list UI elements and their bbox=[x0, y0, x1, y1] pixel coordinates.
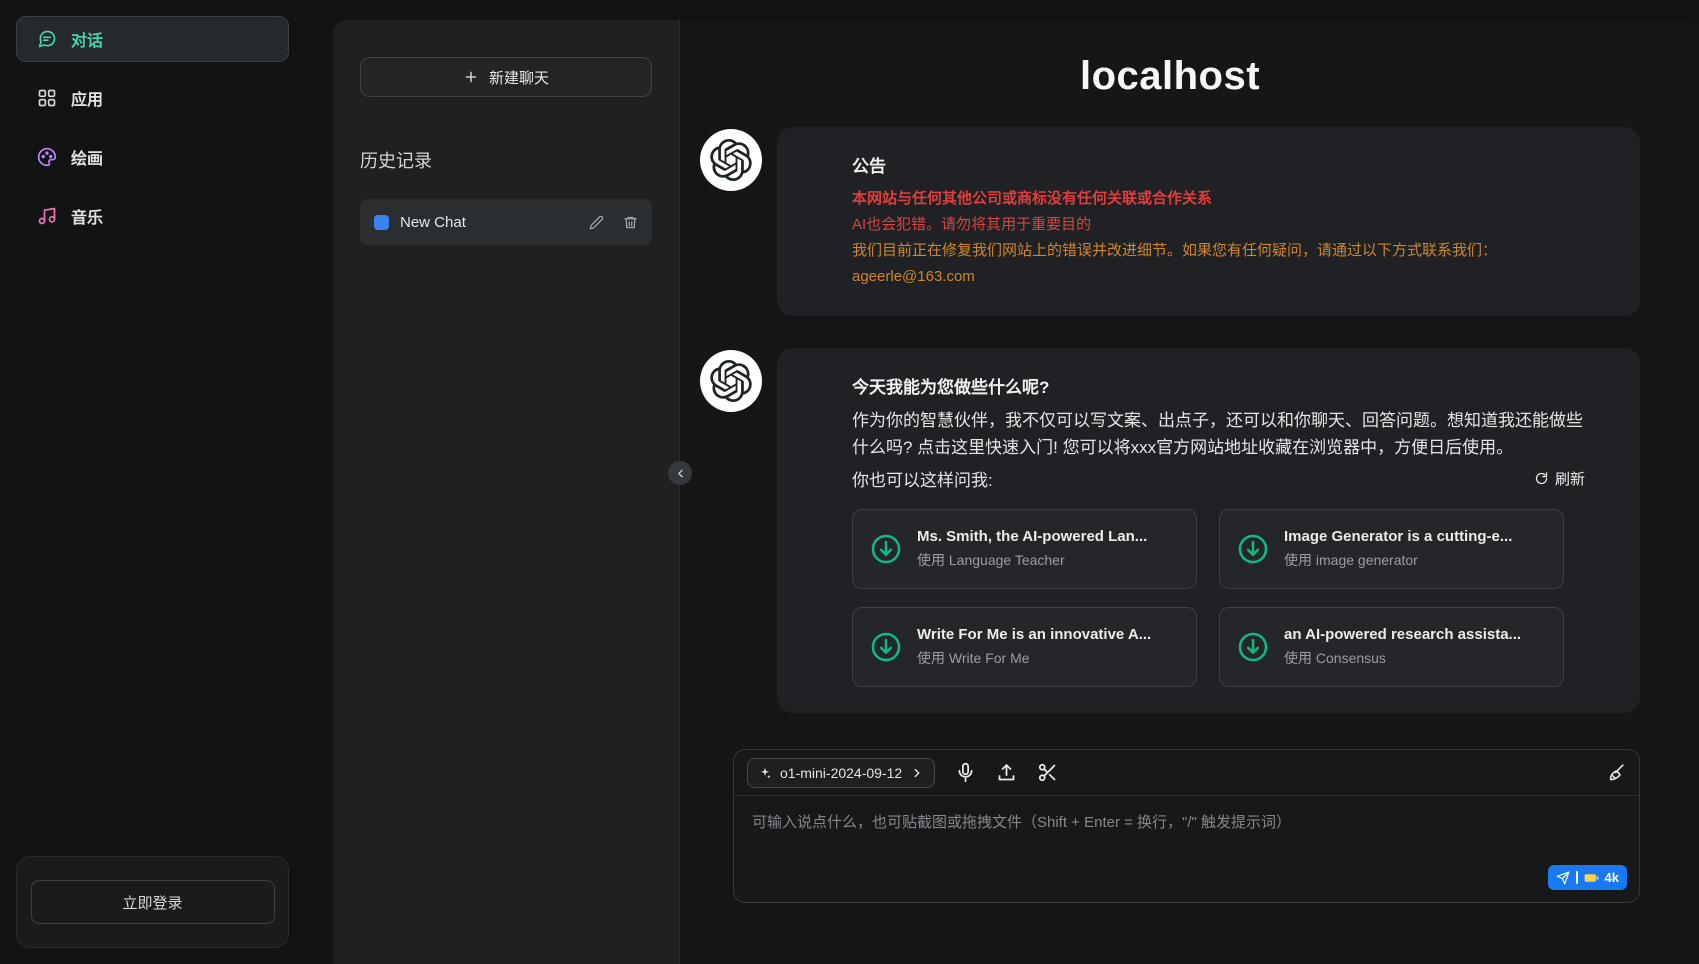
app-window: 对话 应用 绘画 音乐 立即登录 bbox=[0, 0, 1699, 964]
history-title: 历史记录 bbox=[360, 147, 652, 173]
assistant-message-welcome: 今天我能为您做些什么呢? 作为你的智慧伙伴，我不仅可以写文案、出点子，还可以和你… bbox=[700, 348, 1640, 713]
suggestion-title: an AI-powered research assista... bbox=[1284, 626, 1521, 643]
session-title: New Chat bbox=[400, 214, 578, 231]
page-title: localhost bbox=[700, 54, 1640, 99]
session-list-item[interactable]: New Chat bbox=[360, 199, 652, 245]
session-panel: 新建聊天 历史记录 New Chat bbox=[333, 20, 680, 964]
arrow-down-circle-icon bbox=[1236, 532, 1270, 566]
sidebar-item-label: 应用 bbox=[71, 86, 103, 110]
sidebar-item-label: 对话 bbox=[71, 27, 103, 51]
sparkle-icon bbox=[758, 766, 772, 780]
collapse-sidebar-button[interactable] bbox=[668, 461, 692, 485]
welcome-body: 作为你的智慧伙伴，我不仅可以写文案、出点子，还可以和你聊天、回答问题。想知道我还… bbox=[852, 407, 1585, 461]
send-button[interactable]: 4k bbox=[1548, 865, 1627, 890]
suggestion-subtitle: 使用 Write For Me bbox=[917, 648, 1151, 668]
suggestion-grid: Ms. Smith, the AI-powered Lan... 使用 Lang… bbox=[852, 509, 1585, 687]
model-name: o1-mini-2024-09-12 bbox=[780, 765, 902, 781]
assistant-message-announcement: 公告 本网站与任何其他公司或商标没有任何关联或合作关系 AI也会犯错。请勿将其用… bbox=[700, 127, 1640, 316]
login-button[interactable]: 立即登录 bbox=[31, 880, 275, 924]
delete-session-icon[interactable] bbox=[623, 215, 638, 230]
assistant-avatar bbox=[700, 129, 762, 191]
suggestion-card[interactable]: Image Generator is a cutting-e... 使用 ima… bbox=[1219, 509, 1564, 589]
openai-logo-icon bbox=[710, 139, 752, 181]
model-selector[interactable]: o1-mini-2024-09-12 bbox=[747, 758, 935, 788]
announcement-bubble: 公告 本网站与任何其他公司或商标没有任何关联或合作关系 AI也会犯错。请勿将其用… bbox=[777, 127, 1640, 316]
announcement-line-1: 本网站与任何其他公司或商标没有任何关联或合作关系 bbox=[852, 186, 1585, 212]
upload-button[interactable] bbox=[996, 762, 1017, 783]
palette-icon bbox=[37, 147, 57, 167]
suggestion-title: Write For Me is an innovative A... bbox=[917, 626, 1151, 643]
arrow-down-circle-icon bbox=[869, 630, 903, 664]
sidebar-footer: 立即登录 bbox=[16, 856, 289, 948]
microphone-button[interactable] bbox=[955, 762, 976, 783]
new-chat-button[interactable]: 新建聊天 bbox=[360, 57, 652, 97]
contact-email-link[interactable]: ageerle@163.com bbox=[852, 268, 975, 285]
refresh-label: 刷新 bbox=[1555, 468, 1585, 489]
badge-divider bbox=[1576, 871, 1578, 884]
prompt-hint: 你也可以这样问我: bbox=[852, 466, 993, 491]
chevron-right-icon bbox=[910, 766, 924, 780]
welcome-heading: 今天我能为您做些什么呢? bbox=[852, 373, 1585, 398]
sidebar-item-drawing[interactable]: 绘画 bbox=[16, 134, 289, 180]
arrow-down-circle-icon bbox=[1236, 630, 1270, 664]
new-chat-label: 新建聊天 bbox=[489, 67, 549, 88]
suggestion-subtitle: 使用 Language Teacher bbox=[917, 550, 1147, 570]
clear-context-broom-button[interactable] bbox=[1605, 762, 1626, 783]
session-chat-icon bbox=[374, 215, 389, 230]
chat-main: localhost 公告 本网站与任何其他公司或商标没有任何关联或合作关系 AI… bbox=[680, 20, 1699, 964]
sidebar-item-label: 音乐 bbox=[71, 204, 103, 228]
composer-input-area: 4k bbox=[734, 796, 1639, 902]
announcement-line-2: AI也会犯错。请勿将其用于重要目的 bbox=[852, 212, 1585, 238]
plus-icon bbox=[463, 69, 479, 85]
suggestion-card[interactable]: Write For Me is an innovative A... 使用 Wr… bbox=[852, 607, 1197, 687]
sidebar-item-chat[interactable]: 对话 bbox=[16, 16, 289, 62]
chat-bubble-icon bbox=[37, 29, 57, 49]
scissors-button[interactable] bbox=[1037, 762, 1058, 783]
composer-input[interactable] bbox=[750, 809, 1623, 889]
composer: o1-mini-2024-09-12 bbox=[733, 749, 1640, 903]
sidebar-item-music[interactable]: 音乐 bbox=[16, 193, 289, 239]
main-sidebar: 对话 应用 绘画 音乐 立即登录 bbox=[0, 0, 305, 964]
chevron-left-icon bbox=[674, 467, 687, 480]
battery-icon bbox=[1584, 872, 1599, 884]
edit-session-icon[interactable] bbox=[589, 215, 604, 230]
announcement-heading: 公告 bbox=[852, 152, 1585, 177]
suggestion-card[interactable]: Ms. Smith, the AI-powered Lan... 使用 Lang… bbox=[852, 509, 1197, 589]
music-note-icon bbox=[37, 206, 57, 226]
openai-logo-icon bbox=[710, 360, 752, 402]
suggestion-card[interactable]: an AI-powered research assista... 使用 Con… bbox=[1219, 607, 1564, 687]
sidebar-item-apps[interactable]: 应用 bbox=[16, 75, 289, 121]
welcome-bubble: 今天我能为您做些什么呢? 作为你的智慧伙伴，我不仅可以写文案、出点子，还可以和你… bbox=[777, 348, 1640, 713]
paper-plane-icon bbox=[1556, 871, 1570, 885]
sidebar-item-label: 绘画 bbox=[71, 145, 103, 169]
arrow-down-circle-icon bbox=[869, 532, 903, 566]
announcement-line-3: 我们目前正在修复我们网站上的错误并改进细节。如果您有任何疑问，请通过以下方式联系… bbox=[852, 238, 1585, 264]
assistant-avatar bbox=[700, 350, 762, 412]
apps-grid-icon bbox=[37, 88, 57, 108]
workspace: 新建聊天 历史记录 New Chat localhost bbox=[333, 20, 1699, 964]
suggestion-subtitle: 使用 Consensus bbox=[1284, 648, 1521, 668]
composer-toolbar: o1-mini-2024-09-12 bbox=[734, 750, 1639, 796]
suggestion-title: Image Generator is a cutting-e... bbox=[1284, 528, 1512, 545]
token-count: 4k bbox=[1605, 870, 1619, 885]
refresh-icon bbox=[1534, 471, 1549, 486]
suggestion-subtitle: 使用 image generator bbox=[1284, 550, 1512, 570]
suggestion-title: Ms. Smith, the AI-powered Lan... bbox=[917, 528, 1147, 545]
refresh-suggestions-button[interactable]: 刷新 bbox=[1534, 468, 1585, 489]
